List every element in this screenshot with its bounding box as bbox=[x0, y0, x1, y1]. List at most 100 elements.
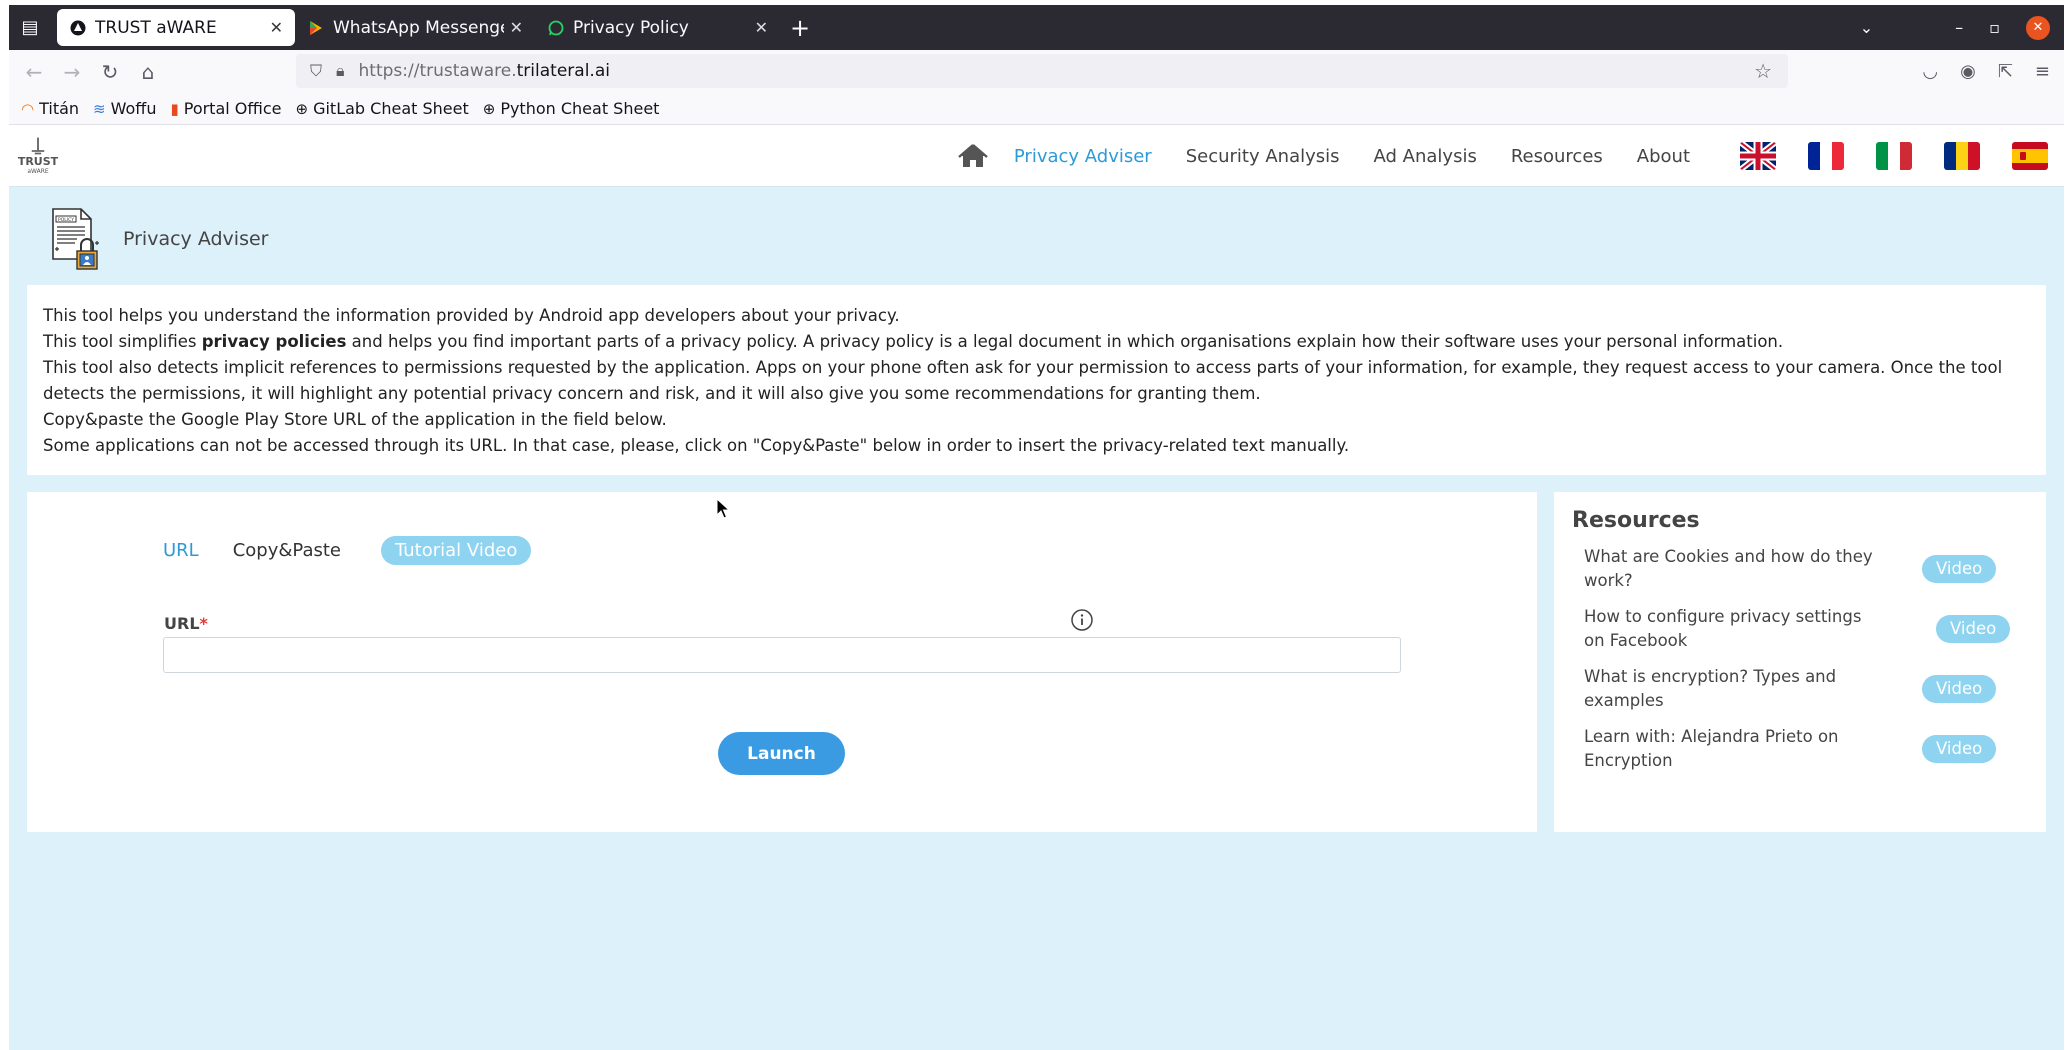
intro-line: This tool helps you understand the infor… bbox=[43, 306, 900, 325]
resource-video-button[interactable]: Video bbox=[1936, 615, 2011, 643]
resource-title: Learn with: Alejandra Prieto on Encrypti… bbox=[1584, 727, 1839, 770]
uk-flag-icon[interactable] bbox=[1740, 142, 1776, 170]
reload-icon[interactable]: ↻ bbox=[91, 60, 129, 84]
close-window-icon[interactable]: ✕ bbox=[2026, 15, 2050, 40]
intro-text-panel: This tool helps you understand the infor… bbox=[27, 285, 2046, 475]
intro-line: Some applications can not be accessed th… bbox=[43, 436, 1350, 455]
bookmarks-toolbar: ◠ Titán ≋ Woffu ▮ Portal Office ⊕ GitLab… bbox=[9, 93, 2064, 125]
input-mode-tabs: URL Copy&Paste Tutorial Video bbox=[163, 536, 532, 565]
extensions-icon[interactable]: ⇱ bbox=[1998, 61, 2013, 82]
main-navigation: Privacy Adviser Security Analysis Ad Ana… bbox=[956, 125, 2048, 187]
resource-item: What are Cookies and how do they work? V… bbox=[1584, 545, 2028, 593]
svg-text:POLICY: POLICY bbox=[58, 217, 74, 223]
browser-tab-privacy-policy[interactable]: Privacy Policy ✕ bbox=[535, 9, 780, 46]
bookmark-label: Titán bbox=[39, 99, 80, 118]
intro-line: This tool simplifies privacy policies an… bbox=[43, 329, 2030, 355]
bookmark-gitlab[interactable]: ⊕ GitLab Cheat Sheet bbox=[296, 99, 469, 118]
privacy-tool-panel: URL Copy&Paste Tutorial Video URL* Launc… bbox=[27, 492, 1537, 832]
tab-title: Privacy Policy bbox=[573, 17, 689, 38]
france-flag-icon[interactable] bbox=[1808, 142, 1844, 170]
nav-security-analysis[interactable]: Security Analysis bbox=[1186, 146, 1340, 167]
bookmark-python[interactable]: ⊕ Python Cheat Sheet bbox=[483, 99, 660, 118]
italy-flag-icon[interactable] bbox=[1876, 142, 1912, 170]
nav-resources[interactable]: Resources bbox=[1511, 146, 1603, 167]
pocket-icon[interactable]: ◡ bbox=[1922, 61, 1938, 82]
titan-icon: ◠ bbox=[21, 99, 35, 118]
url-host-text: trilateral.ai bbox=[516, 61, 610, 81]
intro-text: and helps you find important parts of a … bbox=[346, 332, 1784, 351]
browser-tab-whatsapp[interactable]: WhatsApp Messenger - A ✕ bbox=[295, 9, 535, 46]
resource-item: How to configure privacy settings on Fac… bbox=[1584, 605, 2028, 653]
trustaware-logo[interactable]: ⍊ TRUST aWARE bbox=[15, 133, 61, 179]
office-icon: ▮ bbox=[170, 99, 179, 118]
resource-video-button[interactable]: Video bbox=[1922, 555, 1997, 583]
bookmark-portal-office[interactable]: ▮ Portal Office bbox=[170, 99, 281, 118]
google-play-icon bbox=[307, 19, 325, 37]
resource-title: How to configure privacy settings on Fac… bbox=[1584, 607, 1862, 650]
bookmark-label: Woffu bbox=[110, 99, 157, 118]
globe-icon: ⊕ bbox=[482, 99, 496, 118]
minimize-window-icon[interactable]: – bbox=[1955, 18, 1963, 37]
restore-window-icon[interactable]: ▫ bbox=[1989, 18, 2000, 37]
browser-tab-trustaware[interactable]: TRUST aWARE ✕ bbox=[57, 9, 295, 46]
resource-item: Learn with: Alejandra Prieto on Encrypti… bbox=[1584, 725, 2028, 773]
bookmark-star-icon[interactable]: ☆ bbox=[1754, 59, 1772, 83]
bookmark-woffu[interactable]: ≋ Woffu bbox=[93, 99, 156, 118]
nav-privacy-adviser[interactable]: Privacy Adviser bbox=[1014, 146, 1152, 167]
site-header: ⍊ TRUST aWARE Privacy Adviser Security A… bbox=[9, 125, 2064, 187]
required-asterisk: * bbox=[199, 614, 208, 633]
browser-tab-bar: ▤ TRUST aWARE ✕ WhatsApp Messenger - A ✕… bbox=[9, 5, 2064, 50]
logo-mark-icon: ⍊ bbox=[32, 132, 44, 156]
mouse-cursor-icon bbox=[716, 497, 731, 520]
url-label-text: URL bbox=[164, 614, 200, 633]
url-scheme-text: https://trustaware. bbox=[358, 61, 517, 81]
tab-title: TRUST aWARE bbox=[95, 17, 217, 38]
forward-arrow-icon[interactable]: → bbox=[53, 60, 91, 84]
logo-subtext: aWARE bbox=[27, 168, 49, 175]
trustaware-favicon-icon bbox=[69, 19, 87, 37]
tab-url[interactable]: URL bbox=[163, 540, 199, 561]
romania-flag-icon[interactable] bbox=[1944, 142, 1980, 170]
close-tab-icon[interactable]: ✕ bbox=[755, 18, 768, 37]
intro-text: This tool simplifies bbox=[43, 332, 202, 351]
lock-icon[interactable]: 🔒︎ bbox=[336, 61, 345, 81]
list-all-tabs-icon[interactable]: ▤ bbox=[9, 5, 51, 50]
url-field-label: URL* bbox=[164, 614, 208, 633]
page-title-row: POLICY Privacy Adviser bbox=[47, 207, 268, 271]
menu-hamburger-icon[interactable]: ≡ bbox=[2035, 61, 2050, 82]
tracking-shield-icon[interactable]: ⛉ bbox=[310, 61, 322, 81]
back-arrow-icon[interactable]: ← bbox=[15, 60, 53, 84]
nav-ad-analysis[interactable]: Ad Analysis bbox=[1374, 146, 1477, 167]
resources-title: Resources bbox=[1572, 508, 1700, 533]
resource-title: What is encryption? Types and examples bbox=[1584, 667, 1837, 710]
nav-about[interactable]: About bbox=[1637, 146, 1690, 167]
url-input[interactable] bbox=[163, 637, 1401, 673]
resource-video-button[interactable]: Video bbox=[1922, 735, 1997, 763]
resource-video-button[interactable]: Video bbox=[1922, 675, 1997, 703]
address-bar[interactable]: ⛉ 🔒︎ https://trustaware. trilateral.ai ☆ bbox=[296, 54, 1788, 88]
intro-line: This tool also detects implicit referenc… bbox=[43, 358, 2003, 403]
tab-title: WhatsApp Messenger - A bbox=[333, 17, 504, 38]
woffu-icon: ≋ bbox=[93, 99, 106, 118]
bookmark-titan[interactable]: ◠ Titán bbox=[21, 99, 79, 118]
tab-list-chevron-down-icon[interactable]: ⌄ bbox=[1860, 18, 1873, 37]
info-icon[interactable] bbox=[1070, 608, 1094, 632]
home-icon[interactable]: ⌂ bbox=[129, 60, 167, 84]
page-content: ⍊ TRUST aWARE Privacy Adviser Security A… bbox=[9, 125, 2064, 1050]
home-icon[interactable] bbox=[956, 141, 990, 171]
globe-icon: ⊕ bbox=[295, 99, 309, 118]
intro-line: Copy&paste the Google Play Store URL of … bbox=[43, 410, 667, 429]
close-tab-icon[interactable]: ✕ bbox=[270, 18, 283, 37]
bookmark-label: GitLab Cheat Sheet bbox=[313, 99, 469, 118]
tab-copy-paste[interactable]: Copy&Paste bbox=[233, 540, 341, 561]
page-title: Privacy Adviser bbox=[123, 228, 269, 250]
logo-text: TRUST bbox=[17, 155, 59, 168]
tutorial-video-button[interactable]: Tutorial Video bbox=[381, 536, 532, 565]
account-icon[interactable]: ◉ bbox=[1960, 61, 1976, 82]
spain-flag-icon[interactable] bbox=[2012, 142, 2048, 170]
close-tab-icon[interactable]: ✕ bbox=[510, 18, 523, 37]
launch-button[interactable]: Launch bbox=[718, 732, 845, 775]
policy-document-lock-icon: POLICY bbox=[47, 207, 101, 271]
resource-item: What is encryption? Types and examples V… bbox=[1584, 665, 2028, 713]
new-tab-plus-icon[interactable]: + bbox=[780, 14, 820, 42]
